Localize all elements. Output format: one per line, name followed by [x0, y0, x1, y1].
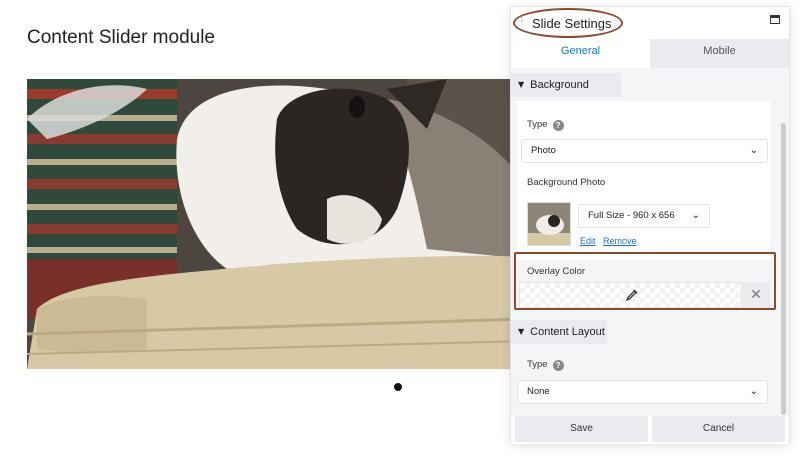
type-label: Type — [527, 119, 548, 130]
content-type-select[interactable]: None ⌄ — [517, 380, 768, 404]
chevron-down-icon: ▼ — [518, 80, 525, 89]
save-button[interactable]: Save — [515, 416, 648, 442]
select-value: Photo — [531, 145, 556, 156]
page-title: Content Slider module — [27, 27, 215, 48]
panel-body: ▼Background Layout Type? Photo ⌄ Backgro… — [511, 68, 789, 416]
cancel-button[interactable]: Cancel — [652, 416, 785, 442]
panel-footer: Save Cancel — [511, 416, 789, 444]
maximize-icon[interactable] — [770, 15, 780, 24]
select-value: Full Size - 960 x 656 — [588, 210, 675, 221]
help-icon[interactable]: ? — [552, 360, 564, 371]
tab-mobile[interactable]: Mobile — [650, 39, 789, 68]
photo-thumbnail — [527, 202, 571, 246]
slider-image — [27, 79, 527, 369]
content-type-field-label: Type? — [527, 359, 564, 371]
chevron-down-icon: ⌄ — [749, 145, 758, 156]
tab-general[interactable]: General — [511, 39, 650, 68]
section-content-layout[interactable]: ▼ Content Layout — [511, 320, 607, 344]
edit-photo-link[interactable]: Edit — [580, 236, 596, 246]
photo-size-select[interactable]: Full Size - 960 x 656 ⌄ — [578, 204, 710, 228]
section-heading: Content Layout — [530, 326, 605, 338]
chevron-down-icon: ⌄ — [691, 210, 700, 221]
select-value: None — [527, 386, 550, 397]
remove-photo-link[interactable]: Remove — [603, 236, 637, 246]
background-photo-card: Full Size - 960 x 656 ⌄ Edit Remove — [517, 192, 770, 260]
overlay-annotation-box — [514, 252, 776, 310]
type-label: Type — [527, 359, 548, 370]
background-type-select[interactable]: Photo ⌄ — [521, 139, 768, 163]
scrollbar[interactable] — [781, 123, 786, 415]
chevron-down-icon: ⌄ — [749, 386, 758, 397]
title-annotation-circle — [513, 8, 623, 38]
background-photo-label: Background Photo — [527, 177, 606, 188]
help-icon[interactable]: ? — [552, 120, 564, 131]
chevron-down-icon: ▼ — [518, 327, 525, 336]
slider-pagination-dot[interactable] — [394, 383, 402, 391]
section-background-layout[interactable]: ▼Background Layout — [511, 73, 621, 115]
type-field-label: Type? — [527, 119, 564, 131]
slide-settings-panel: ⋮ ⋮ Slide Settings General Mobile ▼ Backgr… — [510, 6, 790, 444]
settings-tabs: General Mobile — [511, 39, 789, 68]
scrollbar-thumb[interactable] — [781, 123, 786, 415]
